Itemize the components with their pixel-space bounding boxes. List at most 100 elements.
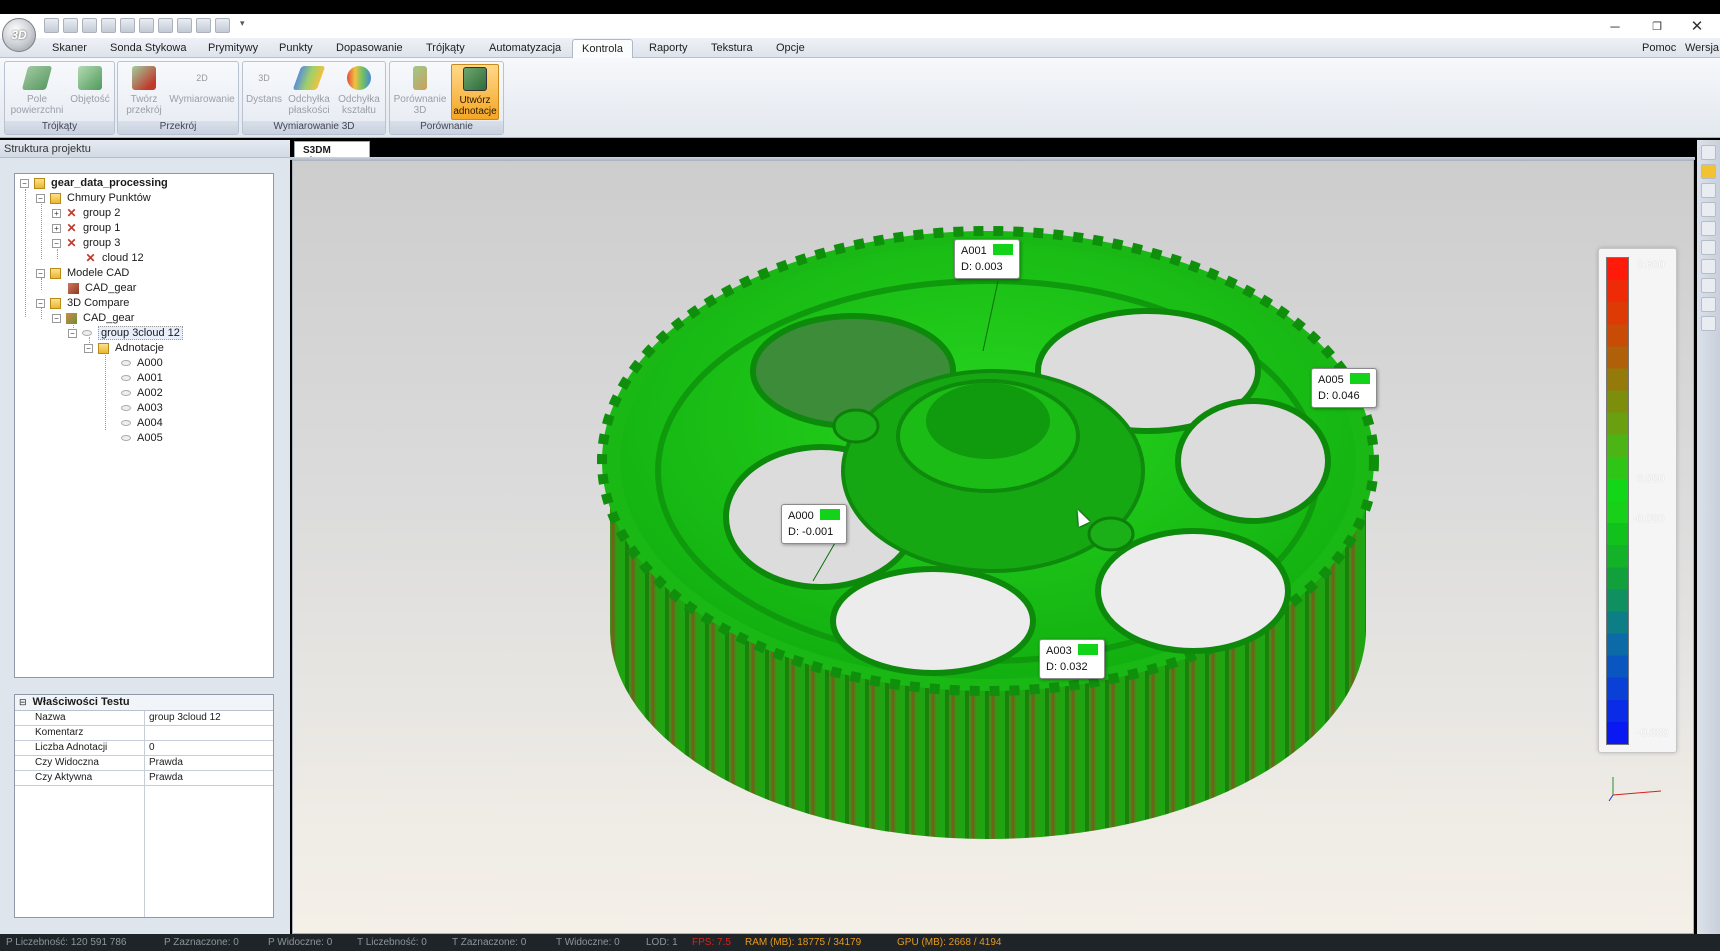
rotate-icon[interactable] [1701,221,1716,236]
distance-button[interactable]: 3D Dystans [245,64,283,120]
eye-icon[interactable] [82,330,92,336]
collapse-icon[interactable]: − [36,193,45,203]
view-front-icon[interactable] [1701,145,1716,160]
annotation-a005[interactable]: A005 D: 0.046 [1311,368,1377,408]
tab-punkty[interactable]: Punkty [279,42,313,54]
tree-item-a000[interactable]: A000 [121,355,163,371]
view-top-icon[interactable] [1701,183,1716,198]
help-menu[interactable]: Pomoc [1642,42,1676,54]
tab-skaner[interactable]: Skaner [52,42,87,54]
qat-customize-icon[interactable]: ▾ [240,18,245,33]
tree-item-cloud-12[interactable]: ✕ cloud 12 [85,250,144,266]
annotation-a000[interactable]: A000 D: -0.001 [781,504,847,544]
screenshot-icon[interactable] [1701,297,1716,312]
flatness-deviation-button[interactable]: Odchyłka płaskości [285,64,333,120]
view-side-icon[interactable] [1701,202,1716,217]
property-value[interactable]: group 3cloud 12 [149,712,221,723]
render-mode-icon[interactable] [1701,316,1716,331]
tree-item-group-3[interactable]: − ✕ group 3 [52,235,120,251]
create-section-button[interactable]: Twórz przekrój [121,64,167,120]
tree-item-cad-models[interactable]: − Modele CAD [36,265,129,281]
compare-3d-button[interactable]: Porównanie 3D [392,64,448,120]
tree-item-label: cloud 12 [102,252,144,264]
collapse-icon[interactable]: − [52,313,61,323]
print-icon[interactable] [139,18,154,33]
tree-item-annotations[interactable]: − Adnotacje [84,340,164,356]
property-value[interactable]: 0 [149,742,155,753]
property-value[interactable]: Prawda [149,772,183,783]
collapse-icon[interactable]: − [68,328,77,338]
tree-item-cad-gear[interactable]: CAD_gear [68,280,136,296]
tab-prymitywy[interactable]: Prymitywy [208,42,258,54]
eye-icon[interactable] [121,435,131,441]
collapse-icon[interactable]: ⊟ [19,697,27,707]
tree-item-3d-compare[interactable]: − 3D Compare [36,295,129,311]
app-logo[interactable]: 3D [2,18,36,52]
property-row-name[interactable]: Nazwa group 3cloud 12 [15,711,273,726]
3d-viewport[interactable]: A001 D: 0.003 A005 D: 0.046 A000 D: -0.0… [292,160,1694,934]
zoom-fit-icon[interactable] [1701,240,1716,255]
collapse-icon[interactable]: − [20,178,29,188]
project-tree[interactable]: − gear_data_processing − Chmury Punktów … [14,173,274,678]
property-row-visible[interactable]: Czy Widoczna Prawda [15,756,273,771]
property-row-annotation-count[interactable]: Liczba Adnotacji 0 [15,741,273,756]
tab-kontrola[interactable]: Kontrola [572,39,633,58]
collapse-icon[interactable]: − [52,238,61,248]
shape-deviation-button[interactable]: Odchyłka kształtu [335,64,383,120]
collapse-icon[interactable]: − [36,268,45,278]
save-all-icon[interactable] [215,18,230,33]
tree-item-point-clouds[interactable]: − Chmury Punktów [36,190,151,206]
property-value[interactable]: Prawda [149,757,183,768]
folder-icon[interactable] [101,18,116,33]
pick-mode-icon[interactable] [1701,164,1716,179]
import-icon[interactable] [82,18,97,33]
expand-icon[interactable]: + [52,223,61,233]
annotation-a003[interactable]: A003 D: 0.032 [1039,639,1105,679]
tree-item-group-1[interactable]: + ✕ group 1 [52,220,120,236]
collapse-icon[interactable]: − [84,343,93,353]
surface-area-button[interactable]: Pole powierzchni [8,64,66,120]
collapse-icon[interactable]: − [36,298,45,308]
eye-icon[interactable] [121,360,131,366]
property-row-active[interactable]: Czy Aktywna Prawda [15,771,273,786]
measure-icon[interactable] [1701,259,1716,274]
tab-trojkaty[interactable]: Trójkąty [426,42,465,54]
tab-tekstura[interactable]: Tekstura [711,42,753,54]
eye-icon[interactable] [121,375,131,381]
save-icon[interactable] [177,18,192,33]
save-as-icon[interactable] [196,18,211,33]
minimize-button[interactable]: ─ [1598,16,1632,36]
tree-item-a002[interactable]: A002 [121,385,163,401]
version-menu[interactable]: Wersja [1685,42,1719,54]
tab-raporty[interactable]: Raporty [649,42,688,54]
tab-opcje[interactable]: Opcje [776,42,805,54]
eye-icon[interactable] [121,420,131,426]
eye-icon[interactable] [121,405,131,411]
settings-icon[interactable] [158,18,173,33]
dimensioning-button[interactable]: 2D Wymiarowanie [167,64,237,120]
lighting-icon[interactable] [1701,278,1716,293]
tab-sonda-stykowa[interactable]: Sonda Stykowa [110,42,186,54]
tab-s3dm-viewer[interactable]: S3DM Viewer [294,141,370,167]
tree-item-cad-gear-compare[interactable]: − CAD_gear [52,310,134,326]
create-annotations-button[interactable]: Utwórz adnotacje [451,64,499,120]
volume-button[interactable]: Objętość [67,64,113,120]
new-file-icon[interactable] [44,18,59,33]
tree-item-a001[interactable]: A001 [121,370,163,386]
tree-item-a004[interactable]: A004 [121,415,163,431]
maximize-button[interactable]: ❐ [1640,16,1674,36]
tree-item-group-2[interactable]: + ✕ group 2 [52,205,120,221]
tree-item-root[interactable]: − gear_data_processing [20,175,168,191]
tree-item-a005[interactable]: A005 [121,430,163,446]
export-icon[interactable] [120,18,135,33]
eye-icon[interactable] [121,390,131,396]
expand-icon[interactable]: + [52,208,61,218]
tab-automatyzacja[interactable]: Automatyzacja [489,42,561,54]
close-button[interactable]: ✕ [1680,16,1714,36]
tab-dopasowanie[interactable]: Dopasowanie [336,42,403,54]
tree-item-a003[interactable]: A003 [121,400,163,416]
tree-item-group-3cloud-12[interactable]: − group 3cloud 12 [68,325,183,341]
open-file-icon[interactable] [63,18,78,33]
property-row-comment[interactable]: Komentarz [15,726,273,741]
annotation-a001[interactable]: A001 D: 0.003 [954,239,1020,279]
